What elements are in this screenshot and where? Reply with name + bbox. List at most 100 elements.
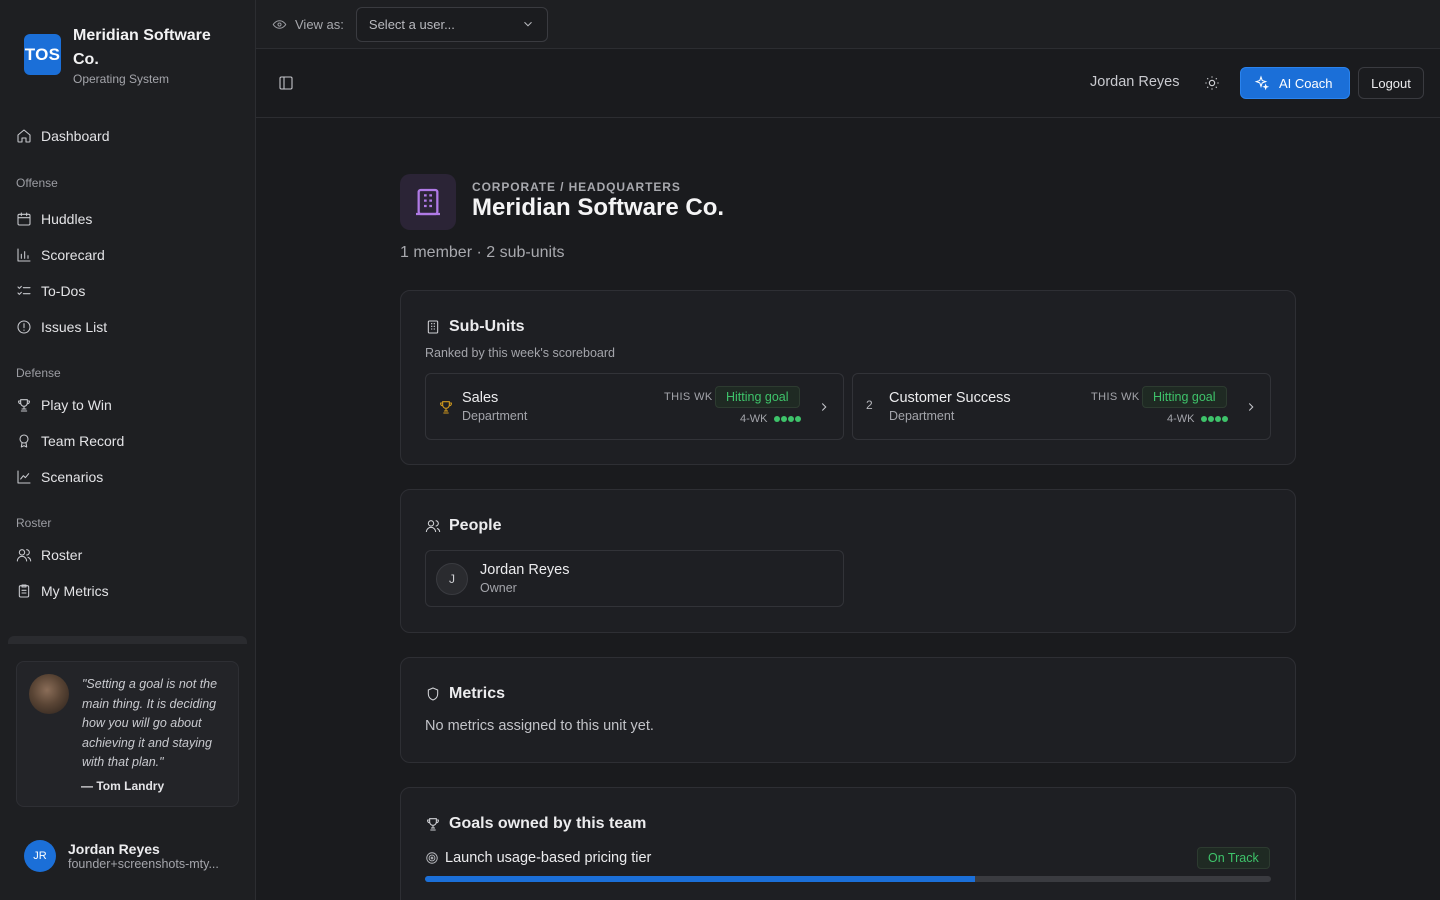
theme-toggle-button[interactable]: [1204, 75, 1220, 94]
unit-meta: 1 member · 2 sub-units: [400, 244, 565, 261]
users-icon: [425, 520, 441, 533]
nav-section-defense: Defense: [16, 366, 61, 380]
shield-icon: [427, 687, 439, 701]
view-as-label: View as:: [295, 16, 344, 32]
header-user-name: Jordan Reyes: [1090, 74, 1180, 90]
metrics-empty-text: No metrics assigned to this unit yet.: [425, 718, 654, 734]
status-badge: Hitting goal: [1142, 386, 1227, 408]
sidebar-item-label: Huddles: [41, 211, 93, 227]
sidebar-item-scorecard[interactable]: Scorecard: [8, 237, 248, 273]
brand-name: Meridian Software Co.: [73, 27, 211, 68]
person-role: Owner: [480, 581, 517, 595]
logout-button[interactable]: Logout: [1358, 67, 1424, 99]
sidebar-item-issues-list[interactable]: Issues List: [8, 309, 248, 345]
sidebar-item-label: Scenarios: [41, 469, 104, 485]
trophy-icon: [427, 818, 439, 831]
sparkles-icon: [1254, 75, 1269, 91]
sidebar-item-team-record[interactable]: Team Record: [8, 423, 248, 459]
brand-subtitle: Operating System: [73, 72, 170, 86]
breadcrumb: CORPORATE / HEADQUARTERS: [472, 180, 681, 194]
home-icon: [17, 129, 31, 143]
current-user-name: Jordan Reyes: [68, 841, 160, 857]
sub-unit-row[interactable]: 2 Customer Success Department THIS WK Hi…: [852, 373, 1271, 440]
view-as-select[interactable]: Select a user...: [355, 6, 548, 42]
sub-unit-name: Customer Success: [889, 390, 1011, 406]
sub-unit-type: Department: [462, 409, 528, 423]
goal-name: Launch usage-based pricing tier: [445, 850, 652, 866]
goals-title: Goals owned by this team: [425, 815, 646, 833]
alert-circle-icon: [17, 320, 31, 334]
sidebar-nav: Dashboard Offense Huddles Scorecard To-D…: [8, 118, 248, 609]
sidebar-item-label: To-Dos: [41, 283, 86, 299]
four-week-trend: 4-WK: [1167, 413, 1228, 425]
clipboard-icon: [18, 584, 30, 598]
sun-icon: [1205, 76, 1219, 90]
sidebar-item-my-metrics[interactable]: My Metrics: [8, 573, 248, 609]
sidebar-item-roster[interactable]: Roster: [8, 537, 248, 573]
person-name: Jordan Reyes: [480, 562, 570, 578]
people-card: People J Jordan Reyes Owner: [400, 489, 1296, 633]
four-week-trend: 4-WK: [740, 413, 801, 425]
this-week-label: THIS WK: [664, 391, 713, 403]
quote-author-avatar: [29, 674, 69, 714]
metrics-title: Metrics: [425, 685, 505, 703]
sub-unit-name: Sales: [462, 390, 499, 406]
page-title: Meridian Software Co.: [472, 194, 725, 221]
target-icon: [426, 852, 438, 864]
brand[interactable]: TOS Meridian Software Co. Operating Syst…: [24, 24, 233, 86]
ai-coach-label: AI Coach: [1279, 75, 1333, 91]
sidebar-toggle-button[interactable]: [278, 75, 294, 94]
trend-dots: [773, 413, 801, 425]
chevron-down-icon: [524, 21, 532, 27]
sidebar-item-label: Dashboard: [41, 128, 110, 144]
current-user[interactable]: JR Jordan Reyes founder+screenshots-mty.…: [24, 840, 219, 872]
people-title: People: [425, 517, 501, 535]
eye-icon: [272, 19, 287, 29]
goal-progress-bar: [425, 876, 1271, 882]
avatar: JR: [24, 840, 56, 872]
view-as-bar: View as: Select a user...: [256, 0, 1440, 49]
this-week-label: THIS WK: [1091, 391, 1140, 403]
building-icon: [400, 174, 456, 230]
status-badge: On Track: [1197, 847, 1270, 869]
sidebar-item-label: Issues List: [41, 319, 108, 335]
sub-unit-type: Department: [889, 409, 955, 423]
calendar-icon: [17, 212, 31, 226]
view-as-placeholder: Select a user...: [368, 16, 455, 32]
goal-row[interactable]: Launch usage-based pricing tier: [425, 850, 651, 866]
sidebar-item-label: Team Record: [41, 433, 125, 449]
sidebar-item-huddles[interactable]: Huddles: [8, 201, 248, 237]
sub-units-card: Sub-Units Ranked by this week's scoreboa…: [400, 290, 1296, 465]
list-checks-icon: [17, 285, 31, 295]
award-icon: [19, 434, 29, 448]
quote-card: "Setting a goal is not the main thing. I…: [16, 661, 239, 807]
sub-units-subtitle: Ranked by this week's scoreboard: [425, 346, 615, 360]
avatar: J: [436, 563, 468, 595]
sidebar-item-label: Play to Win: [41, 397, 112, 413]
panel-left-icon: [279, 76, 293, 90]
goals-card: Goals owned by this team Launch usage-ba…: [400, 787, 1296, 900]
sidebar-item-play-to-win[interactable]: Play to Win: [8, 387, 248, 423]
sidebar-item-partial[interactable]: [8, 636, 247, 644]
nav-section-offense: Offense: [16, 176, 58, 190]
sidebar-item-dashboard[interactable]: Dashboard: [8, 118, 248, 154]
trophy-icon: [438, 399, 454, 418]
current-user-email: founder+screenshots-mty...: [68, 857, 219, 871]
sidebar-item-todos[interactable]: To-Dos: [8, 273, 248, 309]
bar-chart-icon: [17, 248, 31, 262]
sidebar: TOS Meridian Software Co. Operating Syst…: [0, 0, 256, 900]
sidebar-item-scenarios[interactable]: Scenarios: [8, 459, 248, 495]
line-chart-icon: [17, 470, 31, 484]
sidebar-item-label: Scorecard: [41, 247, 105, 263]
metrics-card: Metrics No metrics assigned to this unit…: [400, 657, 1296, 763]
header: Jordan Reyes AI Coach Logout: [256, 49, 1440, 118]
ai-coach-button[interactable]: AI Coach: [1240, 67, 1350, 99]
quote-text: "Setting a goal is not the main thing. I…: [82, 677, 218, 769]
person-row[interactable]: J Jordan Reyes Owner: [425, 550, 844, 607]
trend-dots: [1200, 413, 1228, 425]
goal-progress-fill: [425, 876, 975, 882]
chevron-right-icon: [1244, 400, 1258, 417]
sub-units-title: Sub-Units: [425, 318, 525, 336]
quote-author: — Tom Landry: [81, 779, 165, 793]
sub-unit-row[interactable]: Sales Department THIS WK Hitting goal 4-…: [425, 373, 844, 440]
